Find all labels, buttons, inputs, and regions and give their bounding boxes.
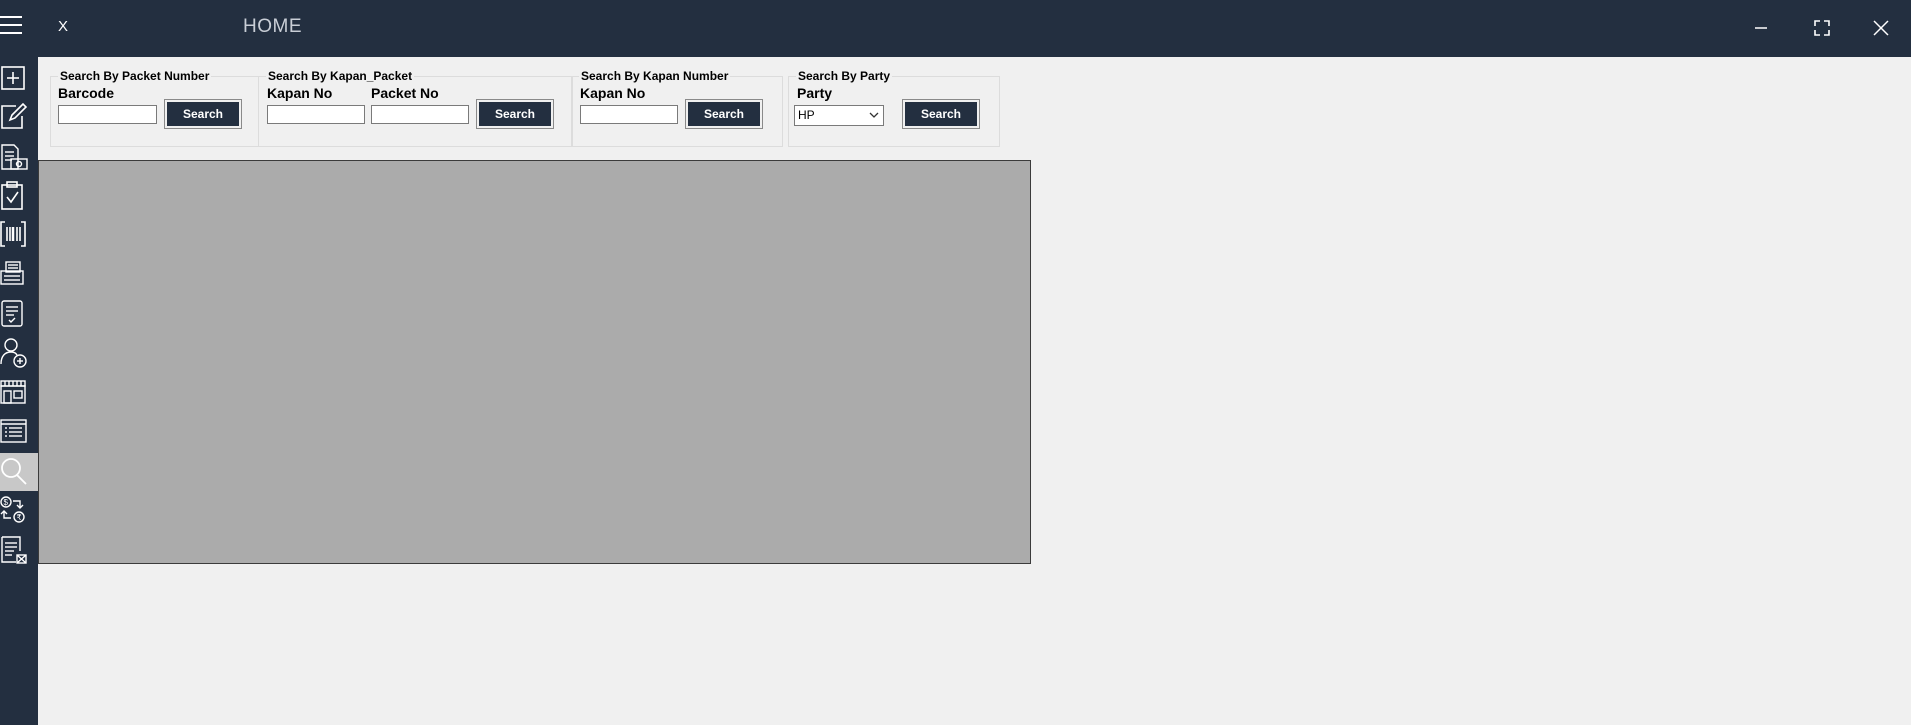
report-icon[interactable] <box>0 532 38 570</box>
kapan-search-button-label: Search <box>688 102 760 126</box>
barcode-label: Barcode <box>58 85 115 101</box>
kapan-packet-search-title: Search By Kapan_Packet <box>266 69 415 83</box>
party-dropdown[interactable]: HP <box>794 105 884 126</box>
edit-icon[interactable] <box>0 99 38 137</box>
add-user-icon[interactable] <box>0 335 38 373</box>
document-check-icon[interactable] <box>0 296 38 334</box>
invoice-money-icon[interactable] <box>0 139 38 177</box>
party-label: Party <box>797 85 833 101</box>
kapan-packet-search-button[interactable]: Search <box>476 99 554 129</box>
kapan-no-input[interactable] <box>267 105 365 124</box>
barcode-icon[interactable] <box>0 217 38 255</box>
hamburger-menu-icon[interactable] <box>0 15 22 37</box>
maximize-icon[interactable] <box>1810 16 1834 40</box>
page-title: HOME <box>243 16 302 37</box>
chevron-down-icon <box>869 112 879 118</box>
packet-search-button[interactable]: Search <box>164 99 242 129</box>
printer-icon[interactable] <box>0 257 38 295</box>
packet-no-label: Packet No <box>371 85 439 101</box>
kapan-search-button[interactable]: Search <box>685 99 763 129</box>
title-bar: X HOME <box>0 0 1911 57</box>
clipboard-check-icon[interactable] <box>0 178 38 216</box>
packet-search-button-label: Search <box>167 102 239 126</box>
store-icon[interactable] <box>0 375 38 413</box>
exchange-icon[interactable]: $ ₹ <box>0 493 38 531</box>
kapan-no-label: Kapan No <box>267 85 333 101</box>
party-search-title: Search By Party <box>796 69 893 83</box>
kapan-packet-search-button-label: Search <box>479 102 551 126</box>
minimize-icon[interactable] <box>1749 16 1773 40</box>
list-icon[interactable] <box>0 414 38 452</box>
search-icon[interactable] <box>0 453 38 491</box>
svg-text:$: $ <box>4 498 9 507</box>
svg-text:₹: ₹ <box>17 513 22 522</box>
results-grid[interactable] <box>38 160 1031 564</box>
party-selected-value: HP <box>798 108 815 122</box>
add-icon[interactable] <box>0 61 38 99</box>
close-tab-button[interactable]: X <box>58 18 68 35</box>
packet-search-title: Search By Packet Number <box>58 69 212 83</box>
party-search-button-label: Search <box>905 102 977 126</box>
kapan-number-input[interactable] <box>580 105 678 124</box>
kapan-number-label: Kapan No <box>580 85 646 101</box>
sidebar: $ ₹ <box>0 57 38 725</box>
party-search-button[interactable]: Search <box>902 99 980 129</box>
close-icon[interactable] <box>1869 16 1893 40</box>
barcode-input[interactable] <box>58 105 157 124</box>
packet-no-input[interactable] <box>371 105 469 124</box>
kapan-search-title: Search By Kapan Number <box>579 69 731 83</box>
